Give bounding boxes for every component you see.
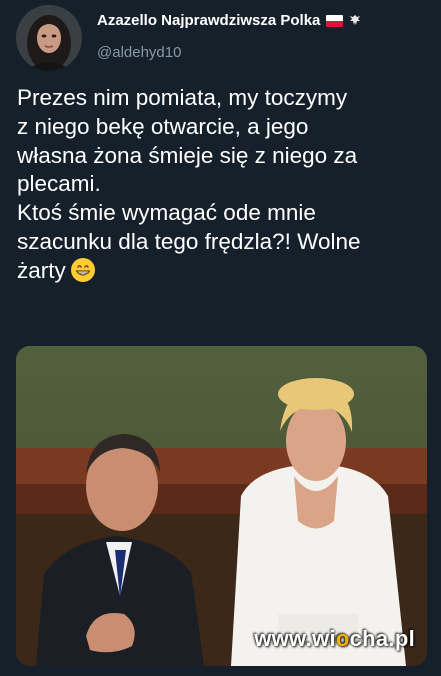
watermark-prefix: www.wi: [254, 626, 336, 651]
tweet-text: Prezes nim pomiata, my toczymy z niego b…: [17, 84, 427, 286]
grinning-face-emoji-icon: [70, 257, 96, 283]
tweet-card: Azazello Najprawdziwsza Polka @aldehyd10…: [0, 0, 441, 676]
watermark-suffix: cha.pl: [349, 626, 415, 651]
watermark-highlight: o: [335, 626, 350, 651]
user-handle[interactable]: @aldehyd10: [97, 44, 181, 61]
display-name[interactable]: Azazello Najprawdziwsza Polka: [97, 12, 320, 29]
avatar[interactable]: [16, 5, 82, 71]
poland-flag-icon: [326, 14, 344, 27]
attached-photo[interactable]: www.wiocha.pl: [16, 346, 427, 666]
tweet-text-content: Prezes nim pomiata, my toczymy z niego b…: [17, 85, 361, 283]
eagle-icon: [349, 14, 361, 28]
author-row: Azazello Najprawdziwsza Polka: [97, 12, 361, 29]
watermark: www.wiocha.pl: [254, 626, 415, 652]
